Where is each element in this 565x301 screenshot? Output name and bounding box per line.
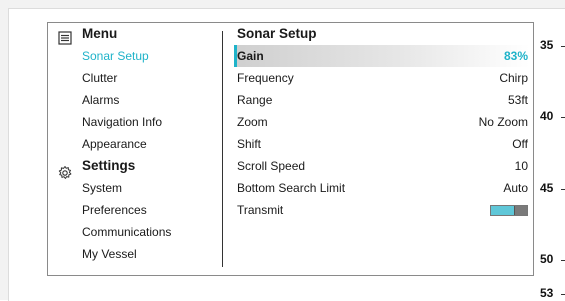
- options-title: Sonar Setup: [237, 26, 317, 41]
- option-transmit[interactable]: Transmit: [234, 199, 530, 221]
- depth-tick: [561, 117, 565, 118]
- depth-label: 50: [540, 252, 554, 266]
- depth-tick: [561, 294, 565, 295]
- transmit-toggle[interactable]: [490, 205, 528, 217]
- depth-label: 45: [540, 181, 554, 195]
- menu-header: Menu: [82, 26, 118, 41]
- option-value: Auto: [503, 181, 528, 195]
- option-value: 10: [514, 159, 528, 173]
- option-label: Zoom: [237, 115, 268, 129]
- icon-column: [48, 23, 82, 275]
- sonar-setup-options: Sonar Setup Gain 83% Frequency Chirp Ran…: [234, 23, 530, 221]
- settings-menu-column: Menu Sonar Setup Clutter Alarms Navigati…: [82, 23, 222, 265]
- settings-item-my-vessel[interactable]: My Vessel: [82, 243, 222, 265]
- depth-tick: [561, 189, 565, 190]
- toggle-knob: [514, 206, 527, 216]
- option-range[interactable]: Range 53ft: [234, 89, 530, 111]
- depth-label: 40: [540, 109, 554, 123]
- settings-item-system[interactable]: System: [82, 177, 222, 199]
- gear-icon: [58, 166, 72, 179]
- option-value: Off: [512, 137, 528, 151]
- settings-item-communications[interactable]: Communications: [82, 221, 222, 243]
- depth-tick: [561, 46, 565, 47]
- option-label: Frequency: [237, 71, 294, 85]
- option-value: No Zoom: [478, 115, 528, 129]
- option-label: Scroll Speed: [237, 159, 306, 173]
- menu-item-alarms[interactable]: Alarms: [82, 89, 222, 111]
- menu-item-navigation-info[interactable]: Navigation Info: [82, 111, 222, 133]
- option-label: Gain: [237, 49, 264, 63]
- option-label: Shift: [237, 137, 262, 151]
- sonar-setup-dialog: Menu Sonar Setup Clutter Alarms Navigati…: [47, 22, 534, 276]
- settings-header: Settings: [82, 158, 136, 173]
- depth-label: 53: [540, 286, 554, 300]
- column-divider: [222, 31, 223, 267]
- option-label: Bottom Search Limit: [237, 181, 346, 195]
- depth-tick: [561, 260, 565, 261]
- option-shift[interactable]: Shift Off: [234, 133, 530, 155]
- menu-item-appearance[interactable]: Appearance: [82, 133, 222, 155]
- option-scroll-speed[interactable]: Scroll Speed 10: [234, 155, 530, 177]
- settings-item-preferences[interactable]: Preferences: [82, 199, 222, 221]
- menu-item-sonar-setup[interactable]: Sonar Setup: [82, 45, 222, 67]
- depth-label: 35: [540, 38, 554, 52]
- option-value: Chirp: [499, 71, 528, 85]
- option-value: 53ft: [507, 93, 528, 107]
- option-value: 83%: [503, 49, 528, 63]
- depth-scale: 35 40 45 50 53: [540, 0, 565, 300]
- option-label: Range: [237, 93, 273, 107]
- option-frequency[interactable]: Frequency Chirp: [234, 67, 530, 89]
- transmit-toggle-wrap: [490, 199, 528, 221]
- menu-item-clutter[interactable]: Clutter: [82, 67, 222, 89]
- option-label: Transmit: [237, 203, 284, 217]
- menu-list-icon: [58, 31, 72, 45]
- option-gain[interactable]: Gain 83%: [234, 45, 530, 67]
- option-zoom[interactable]: Zoom No Zoom: [234, 111, 530, 133]
- option-bottom-search-limit[interactable]: Bottom Search Limit Auto: [234, 177, 530, 199]
